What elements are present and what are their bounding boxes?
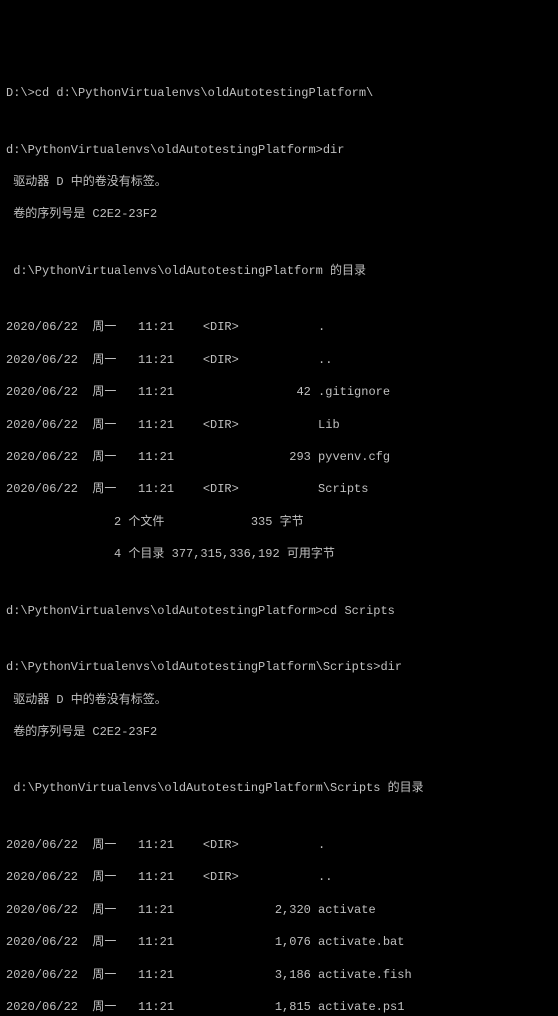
terminal-output: D:\>cd d:\PythonVirtualenvs\oldAutotesti… <box>6 69 552 1016</box>
dir-row: 2020/06/22 周一 11:21 2,320 activate <box>6 902 552 918</box>
cmd-line: d:\PythonVirtualenvs\oldAutotestingPlatf… <box>6 142 552 158</box>
dir-row: 2020/06/22 周一 11:21 293 pyvenv.cfg <box>6 449 552 465</box>
dir-row: 2020/06/22 周一 11:21 1,076 activate.bat <box>6 934 552 950</box>
dir-summary: 4 个目录 377,315,336,192 可用字节 <box>6 546 552 562</box>
cmd-line: D:\>cd d:\PythonVirtualenvs\oldAutotesti… <box>6 85 552 101</box>
dir-header: d:\PythonVirtualenvs\oldAutotestingPlatf… <box>6 263 552 279</box>
dir-row: 2020/06/22 周一 11:21 42 .gitignore <box>6 384 552 400</box>
drive-label: 驱动器 D 中的卷没有标签。 <box>6 174 552 190</box>
dir-row: 2020/06/22 周一 11:21 <DIR> . <box>6 837 552 853</box>
dir-summary: 2 个文件 335 字节 <box>6 514 552 530</box>
serial-number: 卷的序列号是 C2E2-23F2 <box>6 206 552 222</box>
dir-row: 2020/06/22 周一 11:21 <DIR> .. <box>6 352 552 368</box>
drive-label: 驱动器 D 中的卷没有标签。 <box>6 692 552 708</box>
cmd-line: d:\PythonVirtualenvs\oldAutotestingPlatf… <box>6 659 552 675</box>
dir-row: 2020/06/22 周一 11:21 <DIR> Scripts <box>6 481 552 497</box>
dir-row: 2020/06/22 周一 11:21 <DIR> .. <box>6 869 552 885</box>
dir-row: 2020/06/22 周一 11:21 <DIR> Lib <box>6 417 552 433</box>
serial-number: 卷的序列号是 C2E2-23F2 <box>6 724 552 740</box>
dir-header: d:\PythonVirtualenvs\oldAutotestingPlatf… <box>6 780 552 796</box>
dir-row: 2020/06/22 周一 11:21 <DIR> . <box>6 319 552 335</box>
dir-row: 2020/06/22 周一 11:21 3,186 activate.fish <box>6 967 552 983</box>
cmd-line: d:\PythonVirtualenvs\oldAutotestingPlatf… <box>6 603 552 619</box>
dir-row: 2020/06/22 周一 11:21 1,815 activate.ps1 <box>6 999 552 1015</box>
